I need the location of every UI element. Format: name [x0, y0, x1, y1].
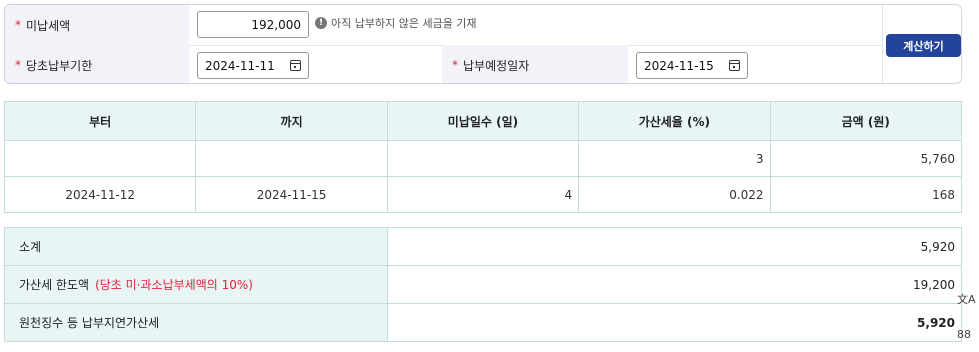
apps-icon[interactable]: 88	[957, 328, 971, 341]
button-column: 계산하기	[882, 5, 961, 83]
subtotal-row: 소계 5,920	[4, 227, 962, 266]
cell-from	[3, 140, 197, 177]
subtotal-label: 소계	[4, 227, 388, 266]
info-icon: !	[315, 17, 327, 29]
table-header-row: 부터 까지 미납일수 (일) 가산세율 (%) 금액 (원)	[3, 101, 963, 141]
required-mark: *	[15, 18, 21, 32]
cell-rate: 3	[578, 140, 771, 177]
limit-row: 가산세 한도액 (당초 미·과소납부세액의 10%) 19,200	[4, 265, 962, 304]
planned-date-input[interactable]: 2024-11-15	[636, 52, 748, 79]
unpaid-amount-input[interactable]	[197, 11, 309, 38]
cell-to: 2024-11-15	[195, 176, 388, 213]
cell-from: 2024-11-12	[3, 176, 197, 213]
header-amount: 금액 (원)	[769, 101, 963, 141]
unpaid-amount-label-text: 미납세액	[26, 18, 71, 33]
calendar-icon[interactable]	[729, 60, 740, 71]
limit-label-text: 가산세 한도액	[19, 278, 90, 292]
cell-amount: 5,760	[769, 140, 963, 177]
planned-date-value: 2024-11-15	[644, 58, 714, 73]
unpaid-amount-label: * 미납세액	[5, 5, 189, 45]
planned-date-label: * 납부예정일자	[442, 45, 628, 83]
required-mark: *	[15, 58, 21, 72]
dates-row: * 당초납부기한 2024-11-11 * 납부예정일자 2024-11-15	[5, 45, 882, 83]
cell-to	[195, 140, 388, 177]
planned-date-label-text: 납부예정일자	[463, 58, 530, 73]
table-row: 2024-11-12 2024-11-15 4 0.022 168	[3, 176, 963, 213]
limit-value: 19,200	[387, 265, 962, 304]
header-from: 부터	[3, 101, 197, 141]
cell-days: 4	[386, 176, 580, 213]
due-date-label-text: 당초납부기한	[26, 58, 93, 73]
calculate-button[interactable]: 계산하기	[886, 34, 961, 57]
penalty-rate-table: 부터 까지 미납일수 (일) 가산세율 (%) 금액 (원) 3 5,760 2…	[3, 101, 963, 213]
table-row: 3 5,760	[3, 140, 963, 177]
header-rate: 가산세율 (%)	[578, 101, 771, 141]
calendar-icon[interactable]	[290, 60, 301, 71]
limit-note: (당초 미·과소납부세액의 10%)	[95, 278, 253, 292]
input-form: * 미납세액 ! 아직 납부하지 않은 세금을 기재 * 당초납부기한 2024…	[4, 4, 962, 84]
limit-label: 가산세 한도액 (당초 미·과소납부세액의 10%)	[4, 265, 388, 304]
header-to: 까지	[195, 101, 388, 141]
withholding-label: 원천징수 등 납부지연가산세	[4, 303, 388, 342]
summary-table: 소계 5,920 가산세 한도액 (당초 미·과소납부세액의 10%) 19,20…	[4, 227, 962, 342]
cell-rate: 0.022	[578, 176, 771, 213]
cell-amount: 168	[769, 176, 963, 213]
cell-days	[386, 140, 580, 177]
required-mark: *	[452, 58, 458, 72]
withholding-row: 원천징수 등 납부지연가산세 5,920	[4, 303, 962, 342]
translate-icon[interactable]: 文A	[957, 291, 976, 307]
withholding-value: 5,920	[387, 303, 962, 342]
unpaid-amount-row: * 미납세액 ! 아직 납부하지 않은 세금을 기재	[5, 5, 882, 46]
due-date-label: * 당초납부기한	[5, 45, 189, 83]
due-date-value: 2024-11-11	[205, 58, 275, 73]
due-date-input[interactable]: 2024-11-11	[197, 52, 309, 79]
subtotal-value: 5,920	[387, 227, 962, 266]
header-days: 미납일수 (일)	[386, 101, 580, 141]
unpaid-amount-hint: ! 아직 납부하지 않은 세금을 기재	[315, 15, 477, 31]
hint-text: 아직 납부하지 않은 세금을 기재	[331, 17, 477, 30]
